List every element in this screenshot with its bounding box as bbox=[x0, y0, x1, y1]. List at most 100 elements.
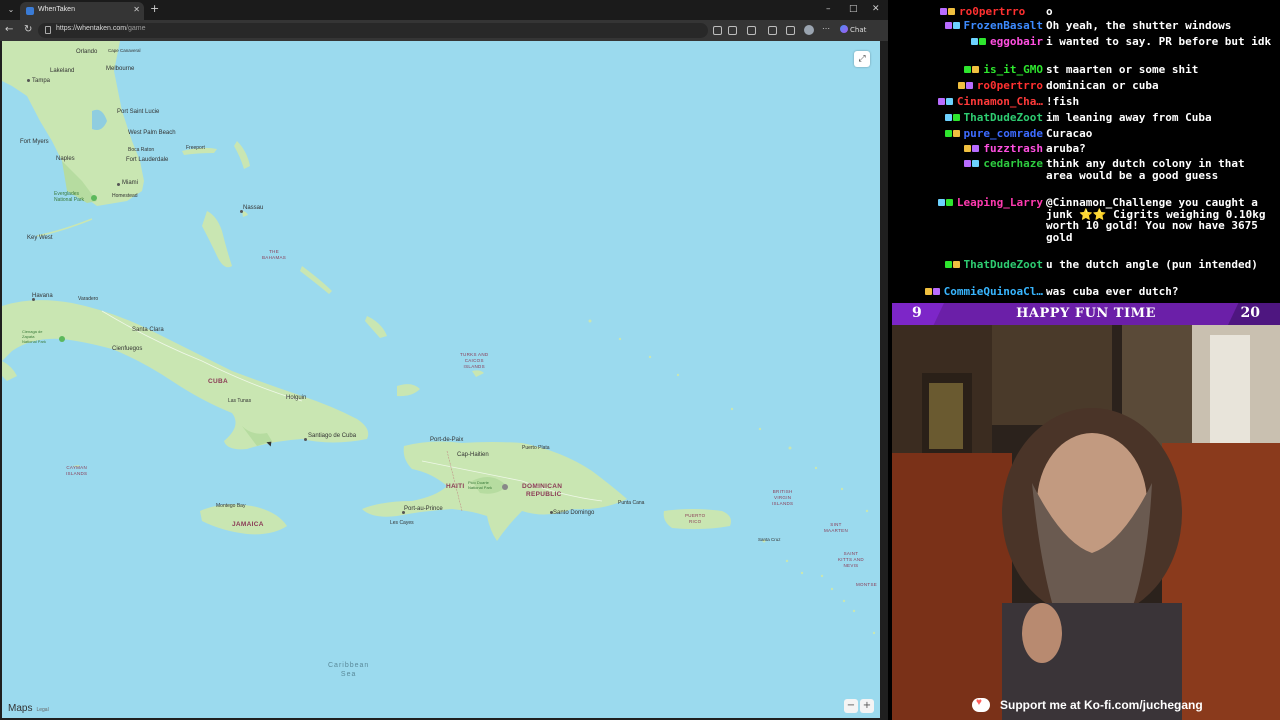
bookmark-star-icon[interactable] bbox=[728, 26, 737, 35]
extension-icon[interactable] bbox=[768, 26, 777, 35]
chat-badge-icon bbox=[952, 22, 960, 29]
chat-username[interactable]: fuzztrash bbox=[983, 143, 1043, 155]
city-label: Santiago de Cuba bbox=[308, 433, 357, 439]
park-label: Everglades National Park bbox=[54, 191, 85, 203]
chat-badge-icon bbox=[952, 114, 960, 121]
chat-badge-icon bbox=[944, 130, 952, 137]
park-label: Cienaga de Zapata National Park bbox=[22, 329, 47, 344]
chat-badges bbox=[944, 128, 961, 140]
city-label: Nassau bbox=[243, 205, 264, 211]
chat-username[interactable]: eggobair bbox=[990, 36, 1043, 48]
chat-badges bbox=[944, 112, 961, 124]
city-label: Key West bbox=[27, 235, 53, 241]
kofi-cup-icon bbox=[972, 697, 990, 712]
fullscreen-icon[interactable]: ⤢ bbox=[854, 51, 870, 67]
map-land bbox=[2, 41, 876, 635]
tab-title: WhenTaken bbox=[38, 6, 75, 13]
chat-row: is_it_GMO bbox=[964, 64, 1043, 76]
city-label: Orlando bbox=[76, 49, 98, 55]
city-label: Melbourne bbox=[106, 66, 135, 72]
chat-badge-icon bbox=[972, 145, 980, 152]
city-label: Tampa bbox=[32, 78, 51, 84]
tab-whentaken[interactable]: WhenTaken ✕ bbox=[20, 2, 144, 20]
city-label: Cap-Haitien bbox=[457, 452, 489, 458]
chat-username[interactable]: ThatDudeZoot bbox=[964, 259, 1043, 271]
city-label: Fort Myers bbox=[20, 139, 49, 145]
chat-username[interactable]: Cinnamon_Cha… bbox=[957, 96, 1043, 108]
region-label-cayman: CAYMAN ISLANDS bbox=[66, 465, 88, 476]
map-canvas[interactable]: Orlando Cape Canaveral Lakeland Melbourn… bbox=[2, 41, 880, 718]
region-label-bvi: BRITISH VIRGIN ISLANDS bbox=[772, 489, 794, 506]
chat-badges bbox=[944, 20, 961, 32]
chat-username[interactable]: FrozenBasalt bbox=[964, 20, 1043, 32]
webcam-overlay: 9 HAPPY FUN TIME 20 Support me at Ko-fi.… bbox=[892, 303, 1280, 720]
tab-search-icon[interactable]: ⌄ bbox=[5, 4, 17, 16]
chat-badge-icon bbox=[971, 38, 979, 45]
tab-close-icon[interactable]: ✕ bbox=[133, 5, 140, 14]
region-label-puerto-rico: PUERTO RICO bbox=[685, 513, 706, 524]
country-label-dominican: DOMINICAN bbox=[522, 483, 563, 490]
maximize-icon[interactable]: □ bbox=[849, 3, 858, 15]
city-label: Cienfuegos bbox=[112, 346, 143, 352]
legal-link[interactable]: Legal bbox=[36, 707, 48, 713]
chat-message: st maarten or some shit bbox=[1046, 63, 1199, 76]
chat-message: Oh yeah, the shutter windows bbox=[1046, 19, 1232, 32]
reload-icon[interactable]: ↻ bbox=[24, 24, 32, 36]
chat-badge-icon bbox=[932, 288, 940, 295]
chat-message: Curacao bbox=[1046, 127, 1093, 140]
chat-badge-icon bbox=[979, 38, 987, 45]
chat-username[interactable]: ThatDudeZoot bbox=[964, 112, 1043, 124]
site-info-icon[interactable] bbox=[45, 26, 51, 34]
chat-badges bbox=[964, 158, 980, 170]
city-label: Las Tunas bbox=[228, 398, 252, 404]
chat-badges bbox=[924, 286, 941, 298]
profile-avatar[interactable] bbox=[804, 25, 814, 35]
chat-badges bbox=[944, 259, 961, 271]
chat-username[interactable]: is_it_GMO bbox=[983, 64, 1043, 76]
city-label: Port-au-Prince bbox=[404, 506, 443, 512]
chat-row: FrozenBasalt bbox=[944, 20, 1043, 32]
chat-badge-icon bbox=[944, 114, 952, 121]
chat-message: aruba? bbox=[1046, 142, 1086, 155]
more-menu-icon[interactable]: ⋯ bbox=[822, 24, 831, 33]
chat-username[interactable]: Leaping_Larry bbox=[957, 197, 1043, 209]
city-label: Les Cayes bbox=[390, 520, 414, 526]
minimize-icon[interactable]: – bbox=[826, 3, 831, 15]
chat-message: @Cinnamon_Challenge you caught a junk ⭐⭐… bbox=[1046, 196, 1266, 244]
reader-icon[interactable] bbox=[713, 26, 722, 35]
chat-button[interactable]: Chat bbox=[840, 25, 866, 34]
favorites-icon[interactable] bbox=[786, 26, 795, 35]
chat-badge-icon bbox=[944, 22, 952, 29]
city-label: Fort Lauderdale bbox=[126, 157, 169, 163]
chat-username[interactable]: cedarhaze bbox=[983, 158, 1043, 170]
chat-row: pure_comrade bbox=[944, 128, 1043, 140]
chat-username[interactable]: CommieQuinoaCl… bbox=[944, 286, 1043, 298]
city-dot bbox=[117, 183, 120, 186]
chat-row: fuzztrash bbox=[964, 143, 1043, 155]
chat-badge-icon bbox=[945, 199, 953, 206]
browser-window: ⌄ WhenTaken ✕ + – □ ✕ ← ↻ https://whenta… bbox=[0, 0, 888, 720]
chat-username[interactable]: ro0pertrro bbox=[977, 80, 1043, 92]
city-label: Puerto Plata bbox=[522, 445, 550, 451]
chat-badge-icon bbox=[965, 82, 973, 89]
zoom-out-button[interactable]: − bbox=[844, 699, 858, 713]
chat-message: think any dutch colony in that area woul… bbox=[1046, 157, 1245, 182]
region-label-montserrat: MONTSE bbox=[856, 582, 878, 587]
new-tab-icon[interactable]: + bbox=[150, 3, 159, 15]
chat-username[interactable]: pure_comrade bbox=[964, 128, 1043, 140]
chat-badge-icon bbox=[944, 261, 952, 268]
address-bar[interactable]: https://whentaken.com/game bbox=[38, 23, 708, 38]
zoom-in-button[interactable]: + bbox=[860, 699, 874, 713]
chat-badge-icon bbox=[972, 66, 980, 73]
chat-badges bbox=[937, 197, 954, 209]
back-icon[interactable]: ← bbox=[5, 24, 13, 36]
region-label-sint-maarten: SINT MAARTEN bbox=[824, 522, 849, 533]
close-window-icon[interactable]: ✕ bbox=[872, 3, 880, 15]
city-dot bbox=[27, 79, 30, 82]
refresh-extension-icon[interactable] bbox=[747, 26, 756, 35]
country-label-cuba: CUBA bbox=[208, 378, 228, 385]
whentaken-favicon-icon bbox=[26, 7, 34, 15]
city-label: Boca Raton bbox=[128, 147, 155, 153]
banner-right-number: 20 bbox=[1240, 305, 1260, 321]
chat-message: !fish bbox=[1046, 95, 1080, 108]
